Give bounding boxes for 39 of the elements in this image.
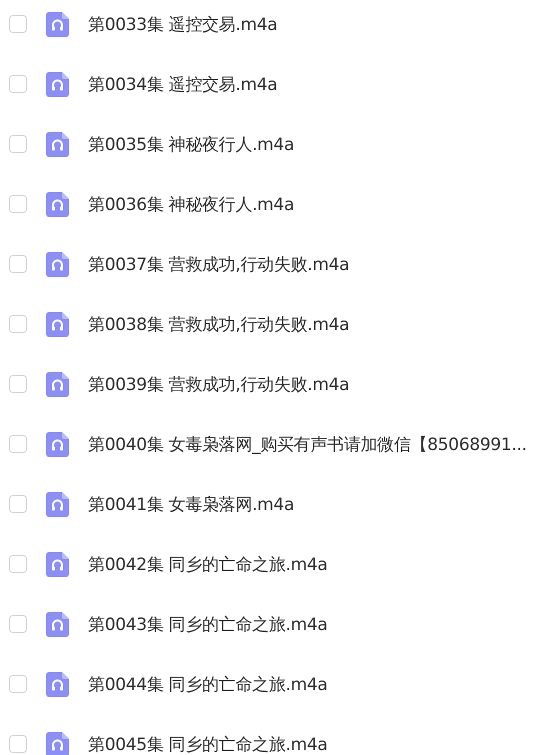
checkbox[interactable] [9,615,27,633]
file-name[interactable]: 第0035集 神秘夜行人.m4a [88,132,294,156]
checkbox[interactable] [9,735,27,753]
file-name[interactable]: 第0037集 营救成功,行动失败.m4a [88,252,350,276]
audio-file-icon [46,372,69,396]
file-name[interactable]: 第0034集 遥控交易.m4a [88,72,278,96]
audio-file-icon [46,72,69,96]
file-name[interactable]: 第0045集 同乡的亡命之旅.m4a [88,732,328,755]
file-name[interactable]: 第0039集 营救成功,行动失败.m4a [88,372,350,396]
checkbox[interactable] [9,375,27,393]
audio-file-icon [46,312,69,336]
file-name[interactable]: 第0042集 同乡的亡命之旅.m4a [88,552,328,576]
audio-file-icon [46,132,69,156]
audio-file-icon [46,492,69,516]
checkbox[interactable] [9,495,27,513]
checkbox[interactable] [9,435,27,453]
checkbox[interactable] [9,195,27,213]
audio-file-icon [46,192,69,216]
file-name[interactable]: 第0040集 女毒枭落网_购买有声书请加微信【85068991... [88,432,527,456]
audio-file-icon [46,732,69,755]
file-name[interactable]: 第0044集 同乡的亡命之旅.m4a [88,672,328,696]
file-name[interactable]: 第0038集 营救成功,行动失败.m4a [88,312,350,336]
file-name[interactable]: 第0043集 同乡的亡命之旅.m4a [88,612,328,636]
audio-file-icon [46,552,69,576]
checkbox[interactable] [9,675,27,693]
checkbox[interactable] [9,255,27,273]
audio-file-icon [46,252,69,276]
checkbox[interactable] [9,75,27,93]
checkbox[interactable] [9,315,27,333]
file-name[interactable]: 第0033集 遥控交易.m4a [88,12,278,36]
checkbox[interactable] [9,15,27,33]
audio-file-icon [46,432,69,456]
audio-file-icon [46,612,69,636]
file-name[interactable]: 第0041集 女毒枭落网.m4a [88,492,294,516]
audio-file-icon [46,12,69,36]
audio-file-icon [46,672,69,696]
checkbox[interactable] [9,135,27,153]
checkbox[interactable] [9,555,27,573]
file-name[interactable]: 第0036集 神秘夜行人.m4a [88,192,294,216]
